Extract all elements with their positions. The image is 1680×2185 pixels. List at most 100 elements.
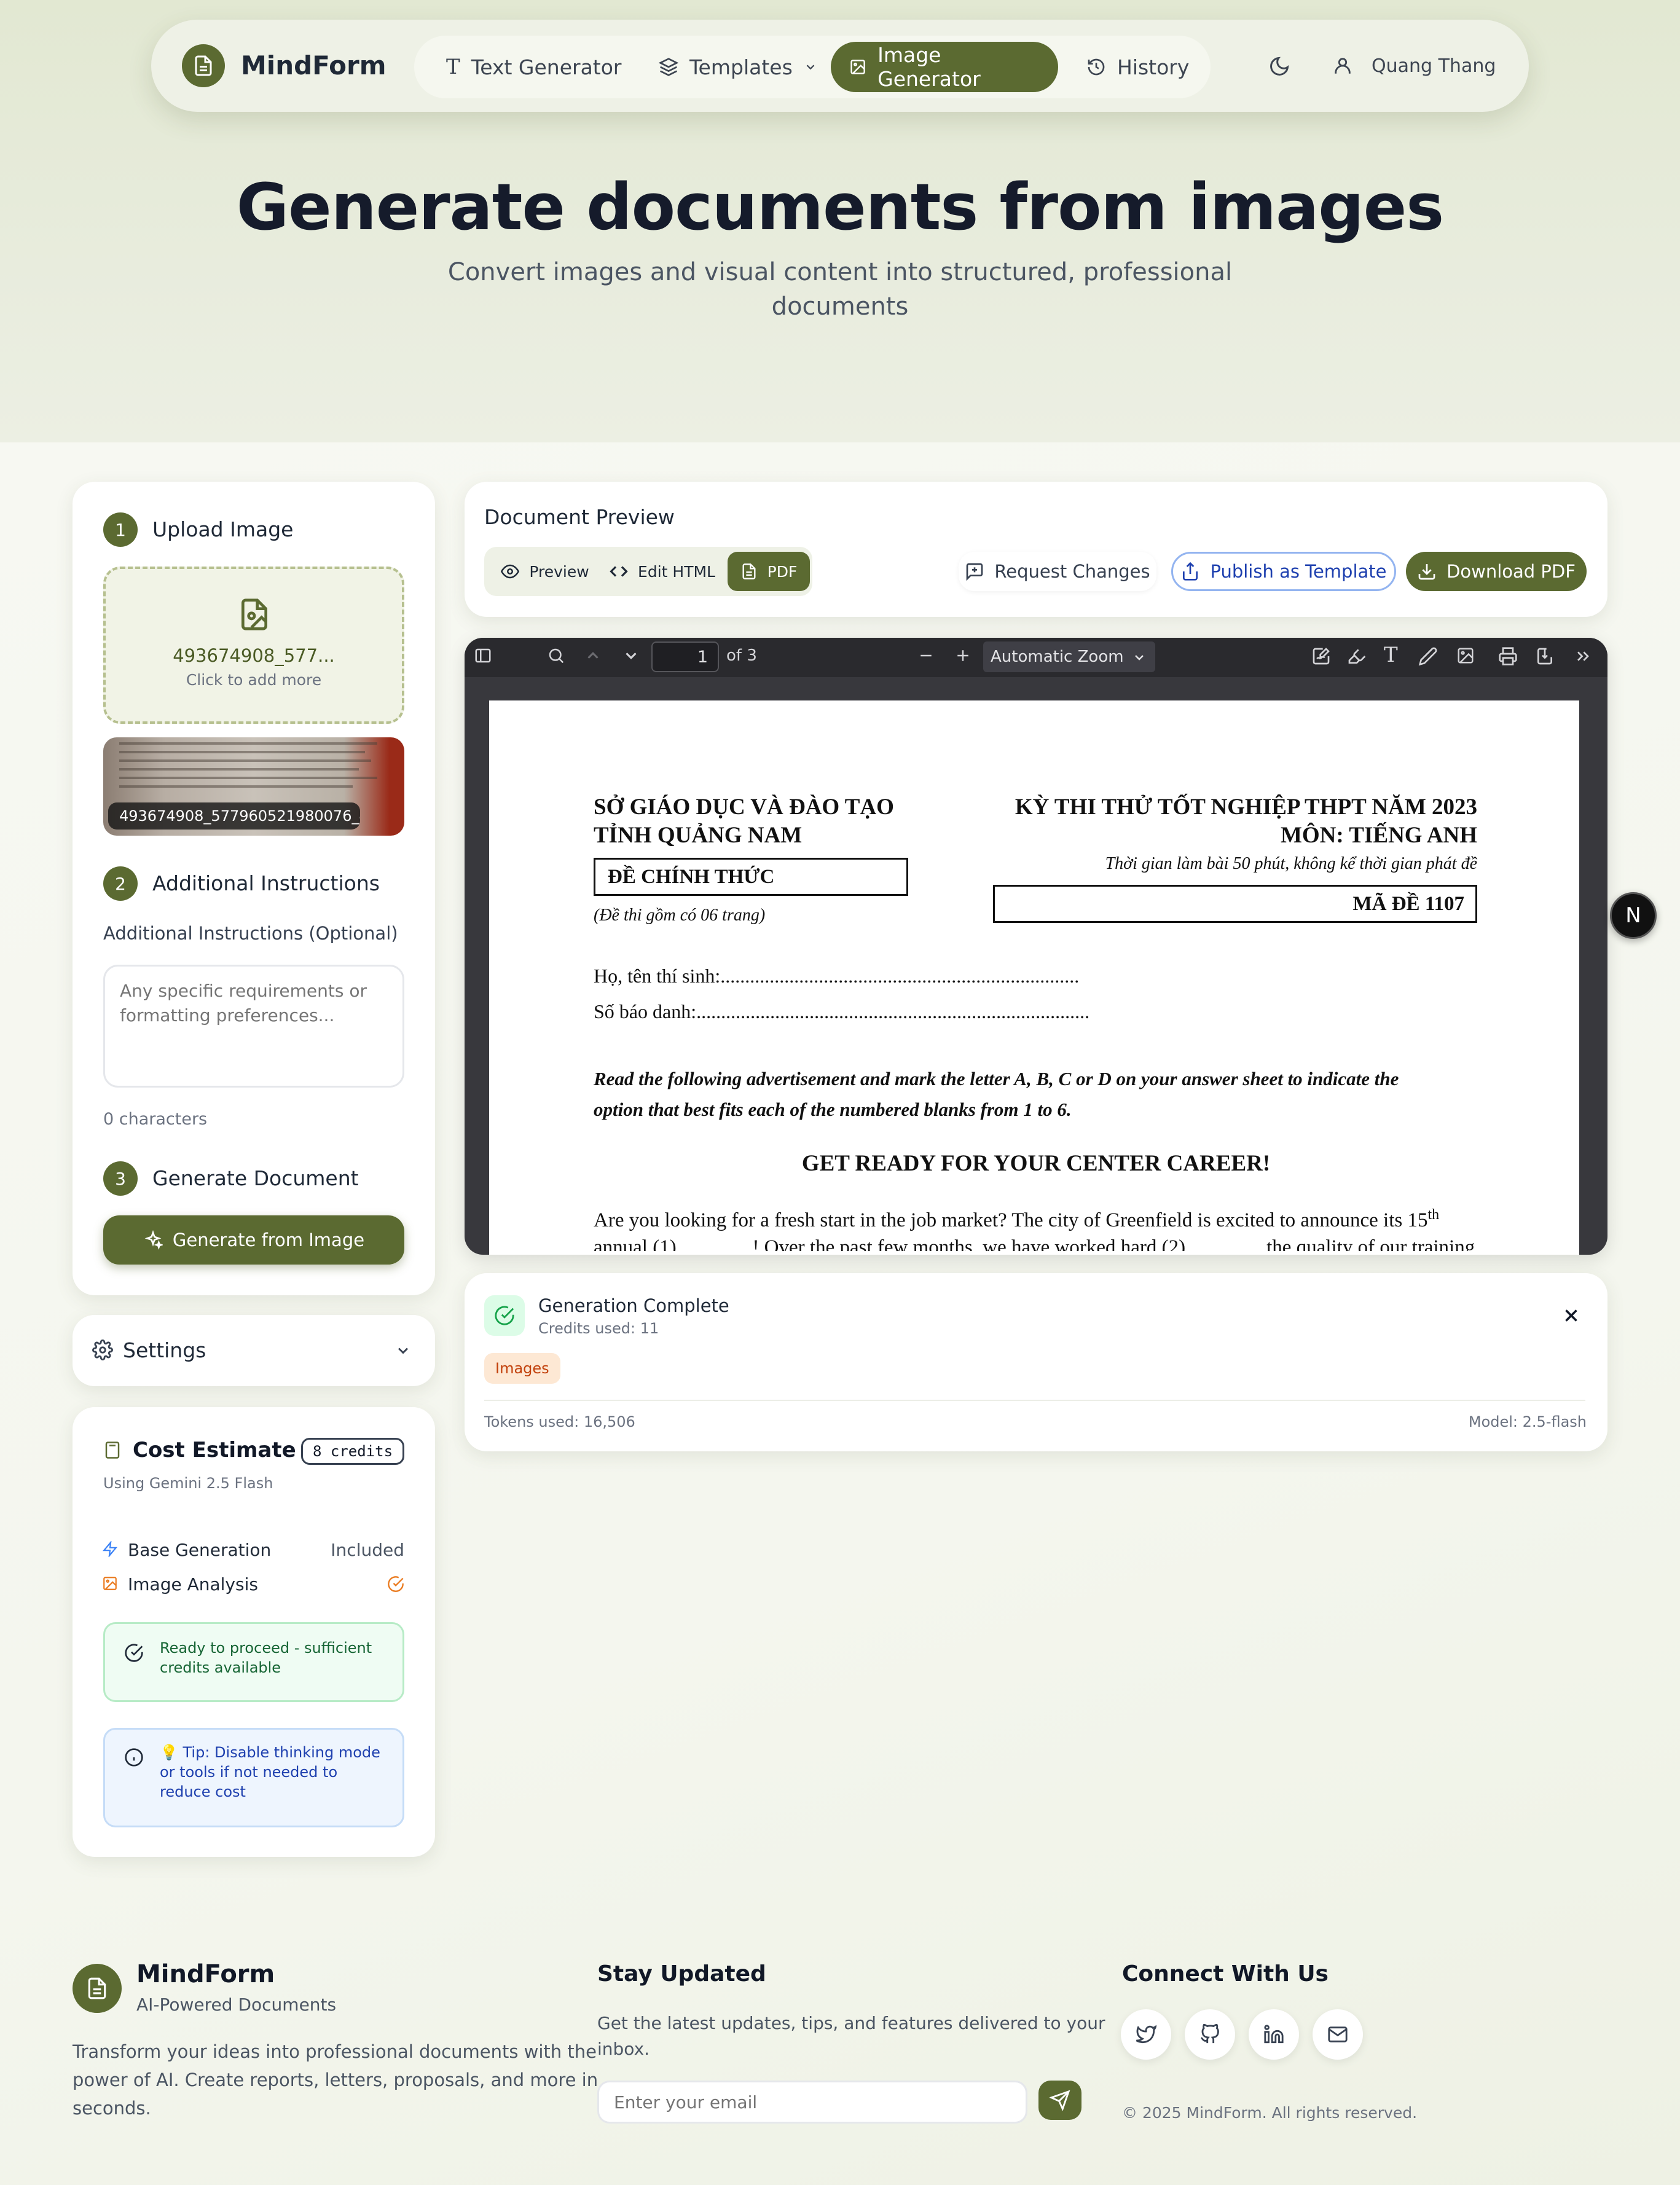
preview-title: Document Preview: [484, 505, 675, 529]
tip-text: 💡 Tip: Disable thinking mode or tools if…: [160, 1744, 380, 1800]
sidebar-toggle-icon[interactable]: [473, 646, 493, 665]
pdf-time-note: Thời gian làm bài 50 phút, không kể thời…: [1105, 854, 1477, 873]
nav-label: Image Generator: [877, 43, 981, 91]
footer-description-3: seconds.: [73, 2098, 151, 2119]
status-title: Generation Complete: [538, 1295, 729, 1316]
divider: [484, 1400, 1585, 1401]
tab-pdf[interactable]: PDF: [728, 552, 810, 591]
mail-icon[interactable]: [1313, 2009, 1363, 2060]
tab-edit-html[interactable]: Edit HTML: [602, 552, 723, 591]
footer-brand: MindForm: [136, 1960, 275, 1988]
publish-template-button[interactable]: Publish as Template: [1171, 552, 1396, 591]
add-text-icon[interactable]: T: [1384, 643, 1398, 667]
stay-updated-desc-1: Get the latest updates, tips, and featur…: [597, 2013, 1105, 2033]
signature-icon[interactable]: [1311, 646, 1331, 666]
print-icon[interactable]: [1498, 646, 1518, 666]
image-thumbnail[interactable]: 493674908_577960521980076_4...: [103, 737, 404, 836]
page-number-input[interactable]: [651, 641, 719, 672]
stay-updated-desc-2: inbox.: [597, 2039, 650, 2059]
image-icon: [102, 1575, 118, 1591]
tab-label: Edit HTML: [638, 562, 715, 581]
pdf-exam-title: KỲ THI THỬ TỐT NGHIỆP THPT NĂM 2023: [1015, 794, 1477, 820]
code-icon: [610, 566, 628, 577]
uploaded-filename: 493674908_577...: [173, 645, 335, 666]
upload-hint: Click to add more: [186, 671, 322, 689]
pdf-superscript: th: [1427, 1207, 1440, 1223]
image-analysis-label: Image Analysis: [128, 1574, 258, 1595]
github-icon[interactable]: [1185, 2009, 1235, 2060]
nav-image-generator[interactable]: Image Generator: [831, 42, 1058, 92]
page-subtitle-line1: Convert images and visual content into s…: [447, 258, 1233, 286]
chevron-down-icon[interactable]: [622, 646, 640, 665]
model-used: Model: 2.5-flash: [1468, 1413, 1587, 1430]
chevron-down-icon[interactable]: [394, 1342, 412, 1359]
search-icon[interactable]: [547, 646, 565, 665]
check-circle-icon: [124, 1643, 144, 1663]
thumbnail-caption: 493674908_577960521980076_4...: [108, 802, 360, 830]
chevron-up-icon[interactable]: [584, 646, 602, 665]
info-icon: [124, 1748, 144, 1767]
nav-history[interactable]: History: [1068, 42, 1207, 92]
highlight-icon[interactable]: [1347, 646, 1367, 666]
char-count: 0 characters: [103, 1110, 208, 1129]
tab-preview[interactable]: Preview: [494, 552, 596, 591]
pdf-exam-code: MÃ ĐỀ 1107: [993, 885, 1477, 923]
draw-icon[interactable]: [1418, 646, 1438, 666]
nav-templates[interactable]: Templates: [640, 42, 836, 92]
eye-icon: [501, 564, 520, 579]
upload-title: Upload Image: [152, 517, 294, 541]
cost-model-note: Using Gemini 2.5 Flash: [103, 1475, 273, 1492]
base-generation-value: Included: [331, 1540, 404, 1560]
tokens-used: Tokens used: 16,506: [484, 1413, 635, 1430]
save-icon[interactable]: [1535, 646, 1555, 666]
instructions-textarea[interactable]: [103, 965, 404, 1088]
zap-icon: [102, 1541, 118, 1557]
download-icon: [1418, 564, 1435, 580]
chevron-down-icon: [806, 65, 815, 70]
text-icon: T: [446, 55, 460, 79]
user-icon[interactable]: [1332, 55, 1353, 76]
send-icon: [1050, 2090, 1070, 2111]
pdf-pages-note: (Đề thi gồm có 06 trang): [594, 906, 766, 925]
generate-button-label: Generate from Image: [172, 1230, 365, 1250]
more-tools-icon[interactable]: [1573, 646, 1593, 666]
zoom-select[interactable]: Automatic Zoom: [983, 641, 1155, 672]
credits-badge: 8 credits: [301, 1438, 404, 1465]
generate-title: Generate Document: [152, 1166, 359, 1190]
message-square-icon: [967, 563, 983, 581]
share-icon: [1183, 562, 1198, 581]
user-name[interactable]: Quang Thang: [1372, 55, 1496, 77]
download-pdf-button[interactable]: Download PDF: [1406, 552, 1587, 591]
twitter-icon[interactable]: [1121, 2009, 1171, 2060]
logo-icon[interactable]: [182, 44, 225, 87]
pdf-official-box: ĐỀ CHÍNH THỨC: [594, 858, 908, 896]
tag-images: Images: [484, 1353, 560, 1384]
pdf-instruction-1: Read the following advertisement and mar…: [594, 1068, 1399, 1089]
nav-label: Text Generator: [471, 55, 622, 79]
page-count: of 3: [726, 646, 757, 665]
gear-icon: [92, 1340, 113, 1360]
email-input[interactable]: [597, 2081, 1027, 2124]
settings-title: Settings: [123, 1338, 206, 1362]
stay-updated-title: Stay Updated: [597, 1961, 766, 1987]
layers-icon: [659, 58, 678, 76]
generate-button[interactable]: Generate from Image: [103, 1215, 404, 1265]
pdf-province: TỈNH QUẢNG NAM: [594, 823, 803, 848]
request-changes-button[interactable]: Request Changes: [959, 552, 1156, 591]
nav-text-generator[interactable]: T Text Generator: [428, 42, 640, 92]
subscribe-button[interactable]: [1038, 2081, 1081, 2120]
next-dev-badge[interactable]: N: [1610, 892, 1657, 939]
moon-icon[interactable]: [1268, 55, 1290, 77]
step-number: 3: [103, 1161, 138, 1196]
cost-title: Cost Estimate: [133, 1438, 296, 1462]
image-icon: [850, 60, 865, 74]
zoom-out-icon[interactable]: [917, 646, 935, 665]
app-name[interactable]: MindForm: [241, 50, 386, 80]
zoom-in-icon[interactable]: [954, 646, 972, 665]
footer-description-1: Transform your ideas into professional d…: [73, 2041, 597, 2062]
close-icon[interactable]: [1561, 1305, 1582, 1326]
linkedin-icon[interactable]: [1249, 2009, 1299, 2060]
footer-logo-icon: [73, 1964, 122, 2013]
file-image-icon: [237, 596, 272, 633]
add-image-icon[interactable]: [1456, 646, 1475, 665]
